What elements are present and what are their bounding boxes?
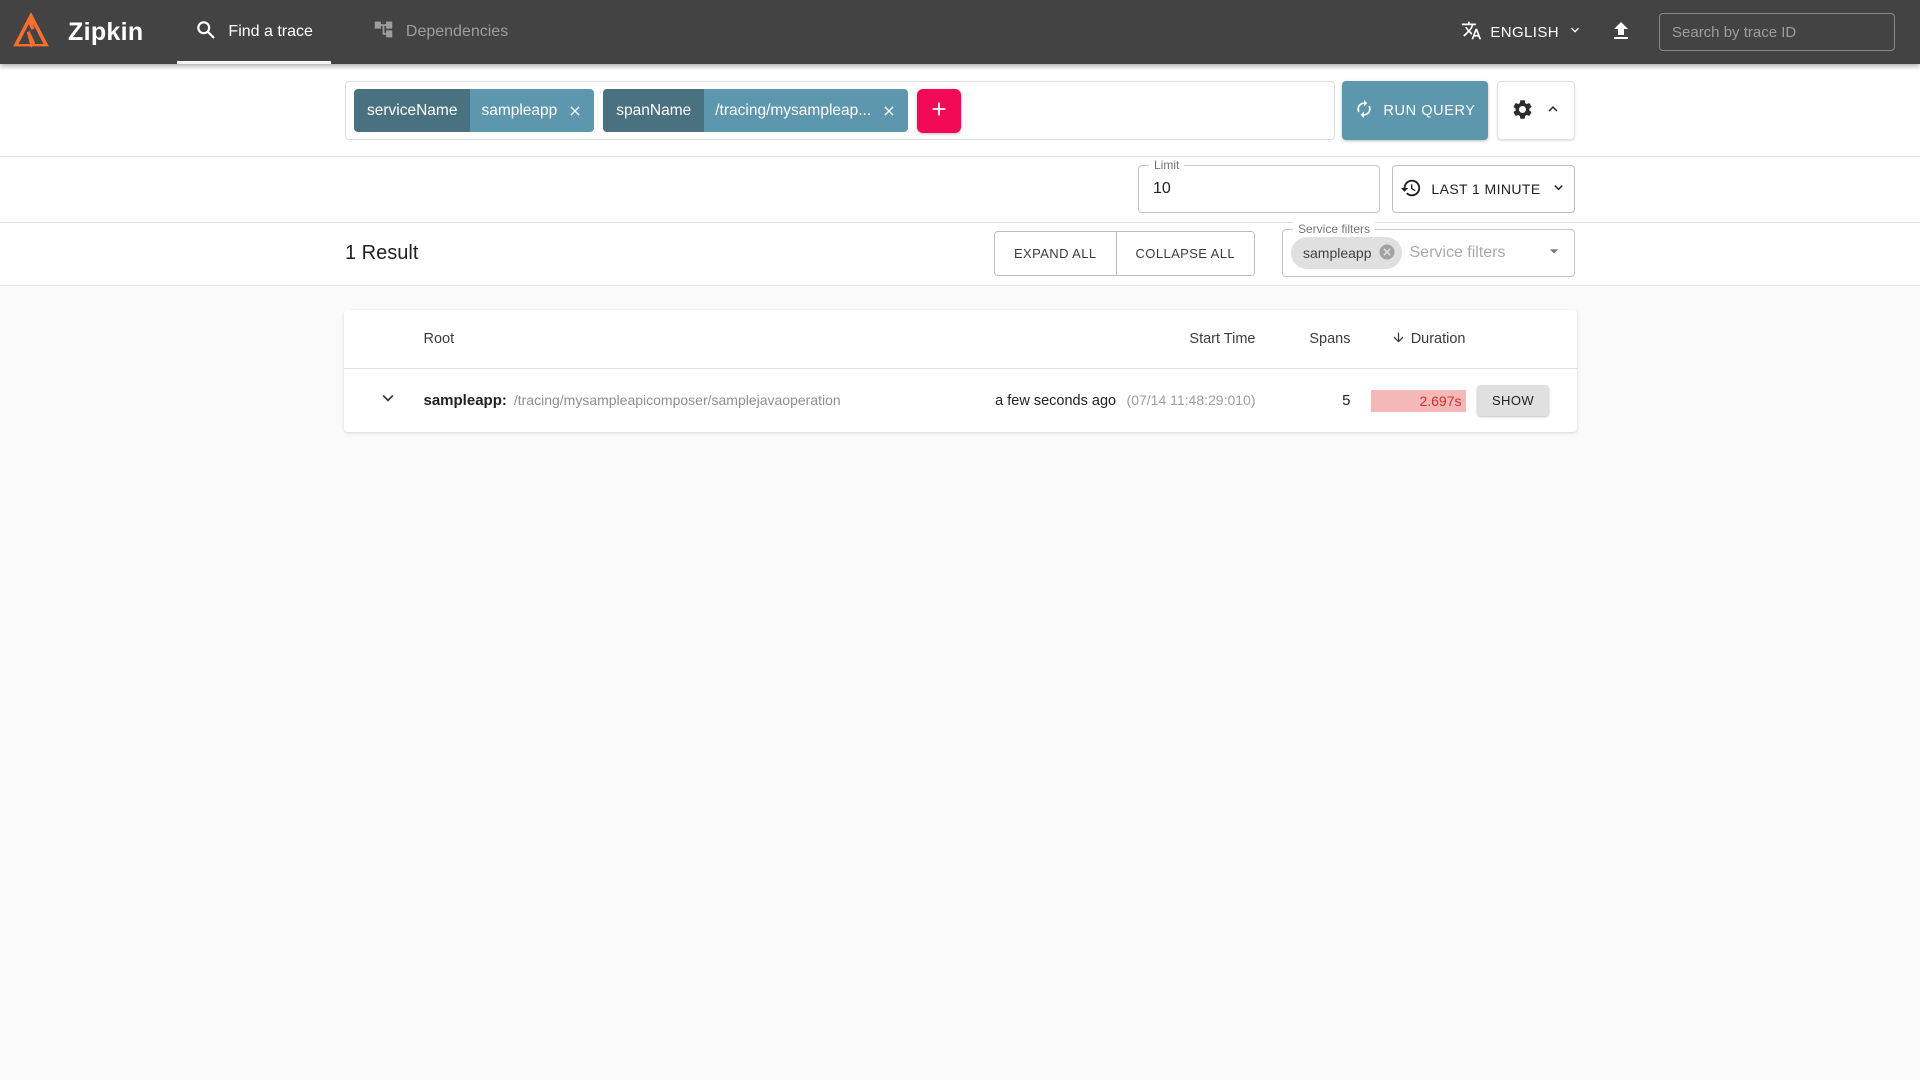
tab-find-a-trace[interactable]: Find a trace: [165, 0, 342, 64]
chip-remove-icon[interactable]: [881, 103, 897, 119]
search-icon: [195, 19, 216, 45]
criterion-chip-span-name[interactable]: spanName /tracing/mysampleap...: [603, 89, 908, 132]
chevron-up-icon: [1544, 100, 1562, 121]
sync-icon: [1354, 99, 1374, 123]
history-icon: [1400, 177, 1422, 202]
collapse-all-button[interactable]: COLLAPSE ALL: [1116, 232, 1254, 275]
tab-find-a-trace-label: Find a trace: [228, 23, 312, 41]
lookback-label: LAST 1 MINUTE: [1431, 181, 1540, 197]
trace-service-name: sampleapp:: [424, 392, 507, 409]
add-criterion-button[interactable]: [917, 89, 961, 133]
trace-id-search: [1659, 13, 1895, 51]
chip-key-label: serviceName: [354, 89, 470, 132]
search-criteria-box[interactable]: serviceName sampleapp spanName /tracing/…: [345, 81, 1335, 140]
navbar-right: ENGLISH: [1461, 0, 1920, 64]
upload-trace-button[interactable]: [1609, 19, 1633, 46]
results-card: Root Start Time Spans Duration: [344, 310, 1577, 432]
run-query-button[interactable]: RUN QUERY: [1342, 81, 1488, 140]
chip-value-label: sampleapp: [481, 102, 557, 120]
results-table-header: Root Start Time Spans Duration: [344, 310, 1577, 368]
service-filters-field[interactable]: Service filters sampleapp: [1282, 229, 1575, 277]
limit-field: Limit: [1138, 165, 1380, 213]
trace-span-name: /tracing/mysampleapicomposer/samplejavao…: [514, 392, 841, 408]
lookback-chevron-down-icon: [1550, 179, 1567, 199]
trace-start-relative: a few seconds ago: [995, 393, 1116, 409]
query-settings-button[interactable]: [1497, 81, 1575, 140]
brand: Zipkin: [0, 0, 165, 64]
service-filter-chip-label: sampleapp: [1303, 245, 1372, 261]
tab-dependencies[interactable]: Dependencies: [343, 0, 538, 64]
limit-field-label: Limit: [1149, 158, 1184, 172]
run-query-label: RUN QUERY: [1383, 103, 1475, 119]
criterion-chip-service-name[interactable]: serviceName sampleapp: [354, 89, 594, 132]
duration-bar: 2.697s: [1371, 390, 1466, 412]
trace-span-count: 5: [1342, 392, 1350, 409]
chip-delete-icon[interactable]: [1378, 243, 1396, 264]
header-duration[interactable]: Duration: [1351, 330, 1466, 349]
app-title: Zipkin: [68, 18, 143, 47]
service-filter-chip[interactable]: sampleapp: [1291, 237, 1402, 269]
sort-descending-icon: [1391, 330, 1406, 349]
results-header-section: 1 Result EXPAND ALL COLLAPSE ALL Service…: [0, 223, 1920, 285]
chip-value-label: /tracing/mysampleap...: [715, 102, 871, 120]
dependencies-icon: [373, 19, 394, 45]
limit-section: Limit LAST 1 MINUTE: [0, 157, 1920, 222]
header-start-time: Start Time: [966, 331, 1256, 347]
navbar: Zipkin Find a trace Dependencies: [0, 0, 1920, 64]
expand-all-button[interactable]: EXPAND ALL: [995, 232, 1116, 275]
results-area: Root Start Time Spans Duration: [0, 310, 1920, 1080]
limit-input[interactable]: [1139, 180, 1379, 198]
section-divider: [0, 285, 1920, 286]
trace-start-absolute: (07/14 11:48:29:010): [1127, 392, 1256, 408]
main-tabs: Find a trace Dependencies: [165, 0, 538, 64]
dropdown-arrow-icon[interactable]: [1544, 241, 1564, 266]
header-root: Root: [416, 331, 966, 347]
translate-icon: [1461, 20, 1482, 45]
chip-key-label: spanName: [603, 89, 704, 132]
expand-collapse-group: EXPAND ALL COLLAPSE ALL: [994, 231, 1255, 276]
zipkin-logo-icon: [12, 10, 50, 55]
trace-duration: 2.697s: [1419, 393, 1461, 409]
language-chevron-down-icon: [1567, 22, 1583, 42]
tab-dependencies-label: Dependencies: [406, 23, 508, 41]
row-expand-chevron-icon[interactable]: [377, 387, 399, 414]
language-selector[interactable]: ENGLISH: [1461, 20, 1583, 45]
language-label: ENGLISH: [1490, 24, 1559, 41]
upload-icon: [1609, 19, 1633, 46]
trace-row[interactable]: sampleapp: /tracing/mysampleapicomposer/…: [344, 369, 1577, 432]
trace-id-search-input[interactable]: [1672, 24, 1882, 41]
lookback-selector[interactable]: LAST 1 MINUTE: [1392, 165, 1575, 213]
query-section: serviceName sampleapp spanName /tracing/…: [0, 64, 1920, 156]
service-filters-input[interactable]: [1410, 244, 1545, 262]
chip-remove-icon[interactable]: [567, 103, 583, 119]
result-count: 1 Result: [345, 242, 418, 265]
plus-icon: [928, 98, 950, 123]
gear-icon: [1511, 98, 1534, 124]
header-spans: Spans: [1256, 331, 1351, 347]
show-trace-button[interactable]: SHOW: [1477, 385, 1549, 416]
service-filters-label: Service filters: [1293, 222, 1375, 236]
